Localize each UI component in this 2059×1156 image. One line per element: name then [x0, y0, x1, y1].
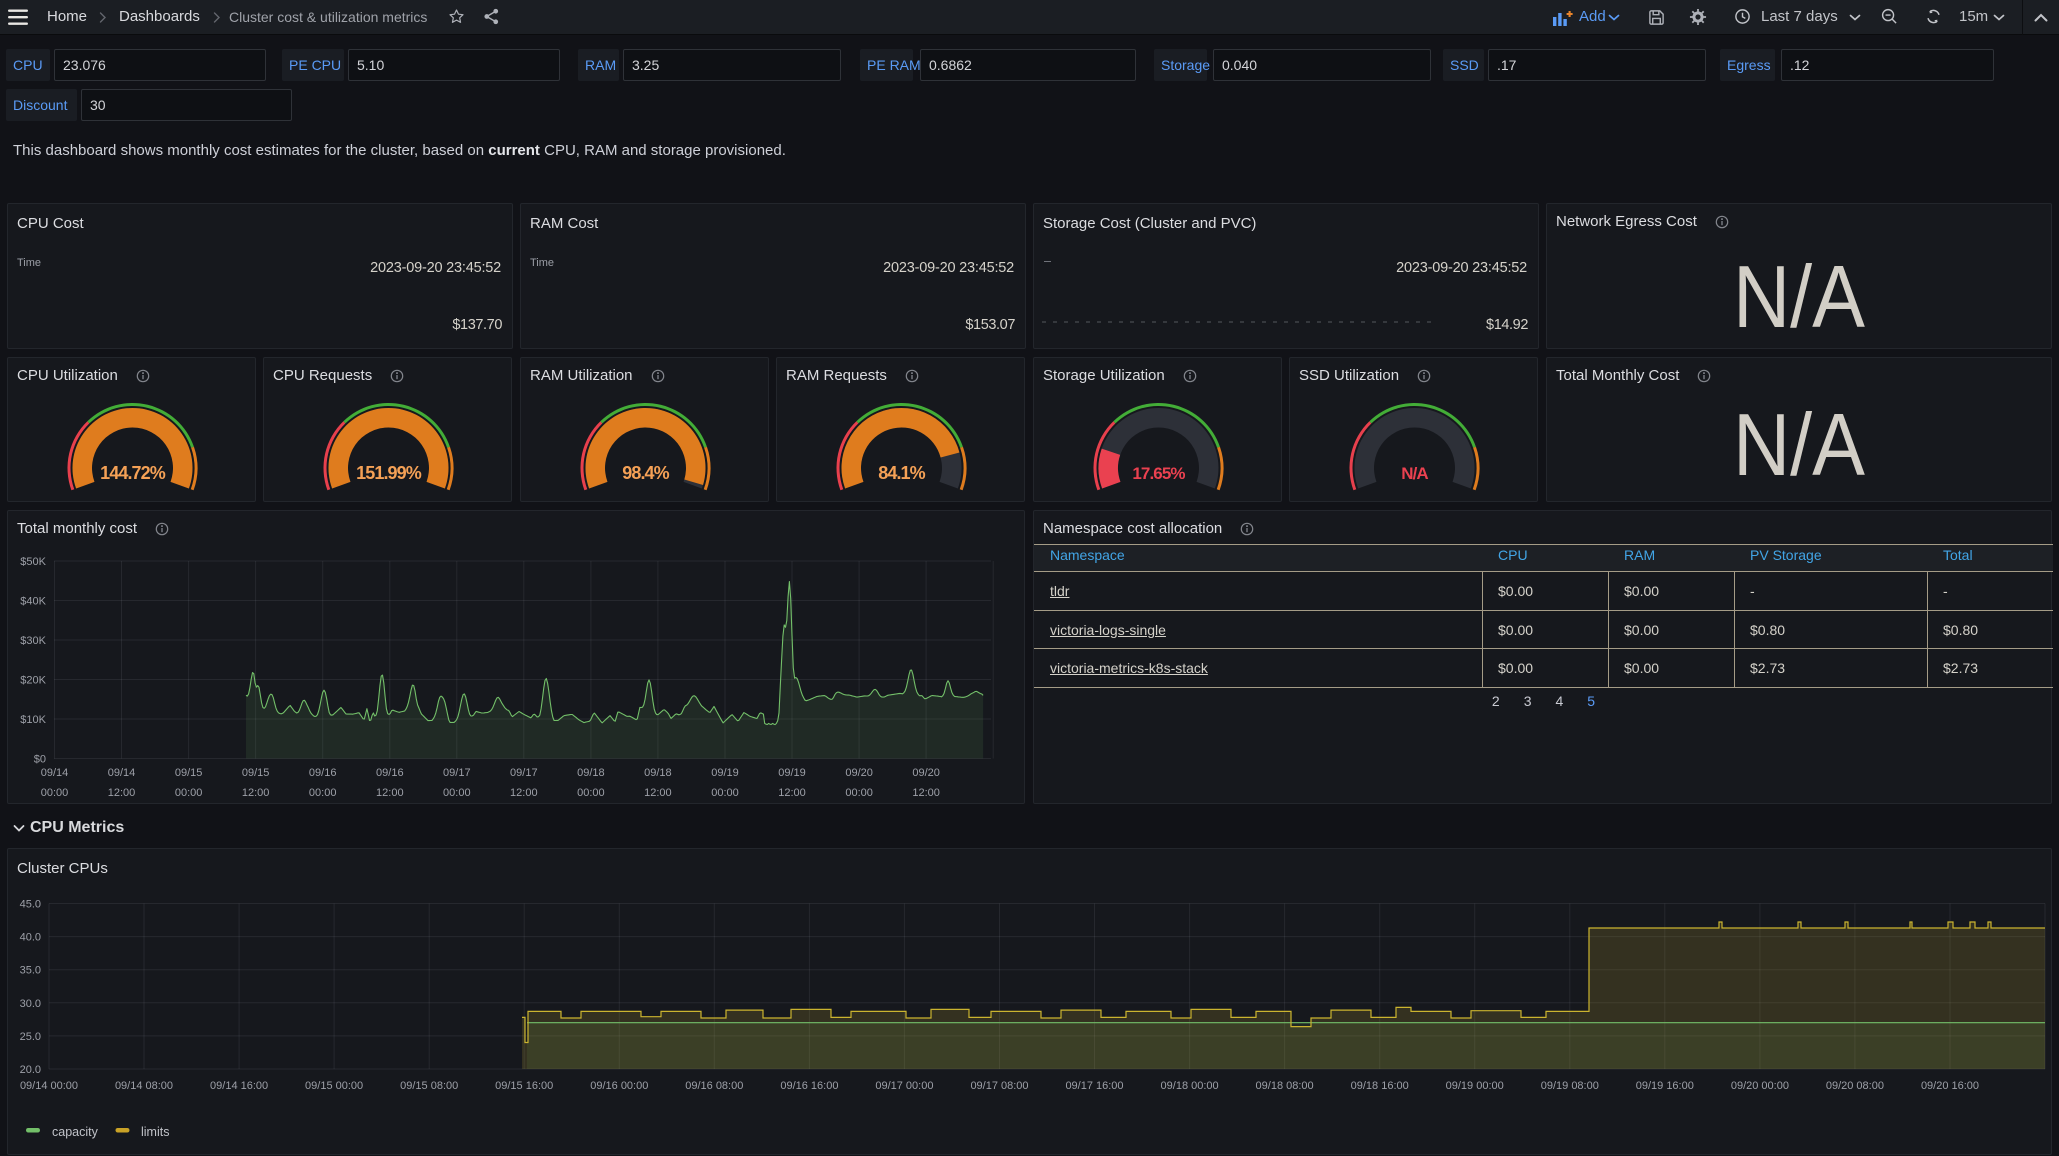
svg-text:09/19 08:00: 09/19 08:00: [1541, 1080, 1599, 1092]
svg-text:09/20 00:00: 09/20 00:00: [1731, 1080, 1789, 1092]
svg-text:09/15: 09/15: [242, 767, 270, 779]
svg-text:17.65%: 17.65%: [1132, 464, 1185, 483]
svg-text:09/15: 09/15: [175, 767, 203, 779]
svg-text:$50K: $50K: [20, 556, 46, 568]
svg-text:00:00: 00:00: [309, 787, 337, 799]
svg-text:09/16 16:00: 09/16 16:00: [780, 1080, 838, 1092]
svg-text:00:00: 00:00: [175, 787, 203, 799]
svg-text:151.99%: 151.99%: [356, 463, 422, 483]
svg-text:09/18 08:00: 09/18 08:00: [1256, 1080, 1314, 1092]
svg-text:09/20 16:00: 09/20 16:00: [1921, 1080, 1979, 1092]
svg-text:12:00: 12:00: [376, 787, 404, 799]
svg-text:09/14 08:00: 09/14 08:00: [115, 1080, 173, 1092]
svg-text:00:00: 00:00: [443, 787, 471, 799]
svg-text:$0: $0: [34, 754, 46, 766]
svg-text:35.0: 35.0: [20, 965, 41, 977]
svg-text:09/19 00:00: 09/19 00:00: [1446, 1080, 1504, 1092]
svg-text:00:00: 00:00: [41, 787, 69, 799]
svg-text:09/15 00:00: 09/15 00:00: [305, 1080, 363, 1092]
svg-text:09/18 16:00: 09/18 16:00: [1351, 1080, 1409, 1092]
svg-text:144.72%: 144.72%: [100, 463, 166, 483]
svg-text:09/14: 09/14: [41, 767, 69, 779]
svg-text:12:00: 12:00: [242, 787, 270, 799]
svg-text:84.1%: 84.1%: [878, 463, 925, 483]
svg-text:98.4%: 98.4%: [622, 463, 669, 483]
svg-text:09/20: 09/20: [845, 767, 873, 779]
svg-text:09/19: 09/19: [711, 767, 739, 779]
svg-text:12:00: 12:00: [108, 787, 136, 799]
svg-text:12:00: 12:00: [778, 787, 806, 799]
svg-text:25.0: 25.0: [20, 1031, 41, 1043]
svg-text:09/17 08:00: 09/17 08:00: [970, 1080, 1028, 1092]
svg-text:09/18: 09/18: [644, 767, 672, 779]
svg-text:09/16: 09/16: [376, 767, 404, 779]
svg-text:09/16 00:00: 09/16 00:00: [590, 1080, 648, 1092]
svg-text:12:00: 12:00: [912, 787, 940, 799]
svg-text:09/19 16:00: 09/19 16:00: [1636, 1080, 1694, 1092]
svg-text:00:00: 00:00: [577, 787, 605, 799]
svg-text:09/15 08:00: 09/15 08:00: [400, 1080, 458, 1092]
svg-text:09/16 08:00: 09/16 08:00: [685, 1080, 743, 1092]
svg-text:40.0: 40.0: [20, 932, 41, 944]
svg-text:00:00: 00:00: [845, 787, 873, 799]
svg-text:limits: limits: [141, 1125, 169, 1139]
svg-text:12:00: 12:00: [644, 787, 672, 799]
svg-text:09/17: 09/17: [443, 767, 471, 779]
svg-text:09/14 16:00: 09/14 16:00: [210, 1080, 268, 1092]
svg-text:09/14 00:00: 09/14 00:00: [20, 1080, 78, 1092]
svg-text:09/20: 09/20: [912, 767, 940, 779]
svg-text:09/15 16:00: 09/15 16:00: [495, 1080, 553, 1092]
svg-text:45.0: 45.0: [20, 899, 41, 911]
svg-text:09/18: 09/18: [577, 767, 605, 779]
svg-text:N/A: N/A: [1401, 464, 1428, 483]
svg-text:30.0: 30.0: [20, 998, 41, 1010]
svg-text:$20K: $20K: [20, 675, 46, 687]
svg-text:09/16: 09/16: [309, 767, 337, 779]
svg-text:09/18 00:00: 09/18 00:00: [1161, 1080, 1219, 1092]
svg-text:12:00: 12:00: [510, 787, 538, 799]
svg-text:$40K: $40K: [20, 596, 46, 608]
svg-text:00:00: 00:00: [711, 787, 739, 799]
svg-text:capacity: capacity: [52, 1125, 99, 1139]
svg-text:09/17 16:00: 09/17 16:00: [1065, 1080, 1123, 1092]
svg-text:09/17: 09/17: [510, 767, 538, 779]
svg-text:09/19: 09/19: [778, 767, 806, 779]
svg-text:09/17 00:00: 09/17 00:00: [875, 1080, 933, 1092]
svg-text:$30K: $30K: [20, 635, 46, 647]
svg-text:20.0: 20.0: [20, 1064, 41, 1076]
svg-text:09/20 08:00: 09/20 08:00: [1826, 1080, 1884, 1092]
svg-text:$10K: $10K: [20, 714, 46, 726]
svg-text:09/14: 09/14: [108, 767, 136, 779]
